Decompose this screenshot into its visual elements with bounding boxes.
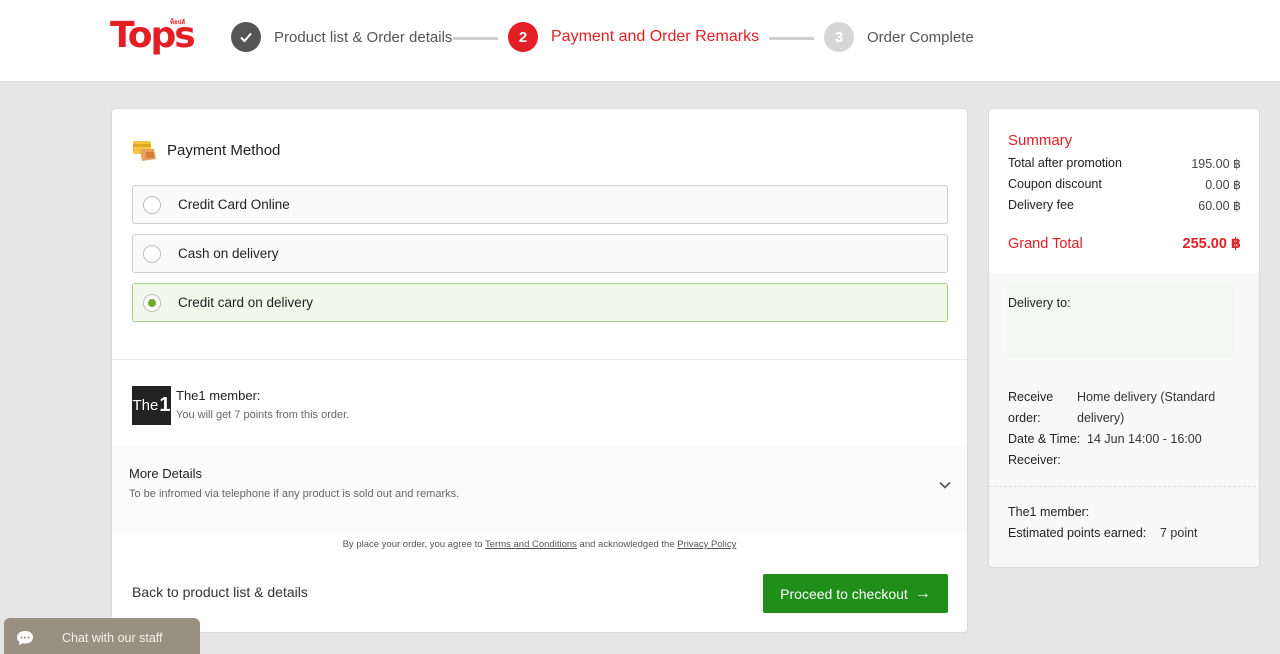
more-details-subtitle: To be infromed via telephone if any prod…	[129, 488, 460, 500]
the1-logo-text: The	[132, 397, 159, 414]
summary-row-value: 60.00 ฿	[1198, 199, 1241, 213]
payment-option-cash-on-delivery[interactable]: Cash on delivery	[132, 234, 948, 273]
option-label: Credit Card Online	[178, 197, 290, 212]
receive-order-value: Home delivery (Standard delivery)	[1077, 390, 1216, 425]
step-label: Payment and Order Remarks	[551, 28, 760, 45]
more-details-title: More Details	[129, 466, 202, 481]
receiver-label: Receiver:	[1008, 453, 1061, 467]
grand-total-label: Grand Total	[1008, 236, 1083, 252]
terms-notice: By place your order, you agree to Terms …	[112, 539, 967, 550]
summary-row: Total after promotion 195.00 ฿	[1008, 156, 1241, 171]
summary-title: Summary	[1008, 132, 1073, 149]
payment-option-credit-card-on-delivery[interactable]: Credit card on delivery	[132, 283, 948, 322]
summary-row-value: 0.00 ฿	[1205, 178, 1241, 192]
summary-row-value: 195.00 ฿	[1191, 157, 1241, 171]
delivery-to-label: Delivery to:	[1008, 296, 1071, 310]
radio-button-selected[interactable]	[143, 293, 161, 312]
step-order-complete: 3 Order Complete	[824, 22, 974, 52]
payment-card: Payment Method Credit Card Online Cash o…	[111, 108, 968, 633]
summary-row-label: Total after promotion	[1008, 156, 1122, 170]
terms-prefix: By place your order, you agree to	[342, 539, 483, 550]
step-number: 2	[508, 22, 538, 52]
back-to-product-list-link[interactable]: Back to product list & details	[132, 584, 308, 600]
proceed-to-checkout-button[interactable]: Proceed to checkout →	[763, 574, 948, 613]
payment-option-credit-card-online[interactable]: Credit Card Online	[132, 185, 948, 224]
arrow-right-icon: →	[914, 584, 931, 602]
section-divider	[112, 359, 967, 360]
estimated-points-value: 7 point	[1160, 526, 1198, 540]
the1-logo: The 1	[132, 386, 171, 425]
grand-total-value: 255.00 ฿	[1182, 236, 1241, 252]
order-summary: Summary Total after promotion 195.00 ฿ C…	[988, 108, 1260, 568]
summary-row: Delivery fee 60.00 ฿	[1008, 198, 1241, 213]
check-icon	[231, 22, 261, 52]
chat-with-staff-button[interactable]: Chat with our staff	[4, 618, 200, 654]
header: Tops ท็อปส์ Product list & Order details…	[0, 0, 1280, 82]
the1-points-text: You will get 7 points from this order.	[176, 409, 350, 421]
option-label: Cash on delivery	[178, 246, 279, 261]
privacy-link[interactable]: Privacy Policy	[677, 539, 736, 550]
receive-order-label: Receive order:	[1008, 390, 1054, 425]
logo-small-text: ท็อปส์	[170, 20, 186, 26]
checkout-label: Proceed to checkout	[780, 585, 908, 602]
summary-row-label: Coupon discount	[1008, 177, 1102, 191]
step-label: Order Complete	[867, 28, 974, 46]
grand-total: Grand Total 255.00 ฿	[1008, 236, 1241, 252]
step-product-list[interactable]: Product list & Order details	[231, 22, 452, 52]
summary-row: Coupon discount 0.00 ฿	[1008, 177, 1241, 192]
chat-label: Chat with our staff	[62, 631, 163, 645]
step-connector	[769, 37, 814, 40]
radio-button[interactable]	[143, 195, 161, 214]
radio-button[interactable]	[143, 244, 161, 263]
terms-link[interactable]: Terms and Conditions	[485, 539, 577, 550]
estimated-points-label: Estimated points earned:	[1008, 526, 1147, 540]
step-label: Product list & Order details	[274, 28, 453, 46]
delivery-details: Delivery to: Receive order: Home deliver…	[989, 273, 1259, 567]
option-label: Credit card on delivery	[178, 295, 314, 310]
tops-logo[interactable]: Tops ท็อปส์	[110, 16, 196, 60]
payment-method-title: Payment Method	[167, 141, 281, 159]
summary-the1-label: The1 member:	[1008, 505, 1090, 519]
chevron-down-icon[interactable]	[938, 478, 952, 492]
chat-bubble-icon	[16, 630, 34, 646]
more-details-section[interactable]: More Details To be infromed via telephon…	[112, 446, 967, 534]
the1-logo-num: 1	[159, 394, 171, 416]
payment-method-heading: Payment Method	[132, 137, 280, 163]
summary-divider	[989, 486, 1259, 487]
wallet-card-icon	[132, 137, 158, 163]
summary-row-label: Delivery fee	[1008, 198, 1074, 212]
the1-title: The1 member:	[176, 388, 261, 403]
date-time-value: 14 Jun 14:00 - 16:00	[1087, 432, 1202, 446]
step-payment: 2 Payment and Order Remarks	[508, 22, 759, 52]
step-connector	[453, 37, 498, 40]
step-number: 3	[824, 22, 854, 52]
the1-member-info: The 1 The1 member: You will get 7 points …	[132, 386, 349, 425]
date-time-label: Date & Time:	[1008, 432, 1081, 446]
terms-middle: and acknowledged the	[579, 539, 675, 550]
